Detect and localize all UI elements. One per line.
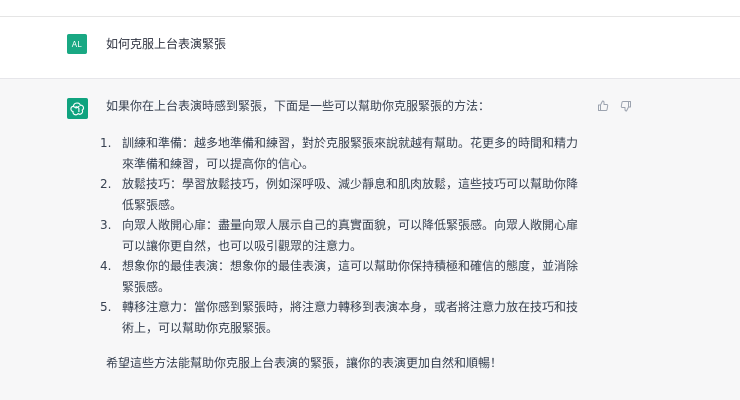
list-item-number: 4. bbox=[100, 259, 112, 273]
list-item-line: 術上，可以幫助你克服緊張。 bbox=[122, 320, 279, 335]
tips-list: 1. 訓練和準備：越多地準備和練習，對於克服緊張來說就越有幫助。花更多的時間和精… bbox=[100, 133, 596, 338]
list-item-line: 來準備和練習，可以提高你的信心。 bbox=[122, 156, 315, 171]
user-message-row: AL 如何克服上台表演緊張 bbox=[0, 17, 740, 79]
thumbs-up-icon[interactable] bbox=[596, 99, 610, 113]
user-message-text: 如何克服上台表演緊張 bbox=[106, 37, 227, 51]
list-item: 5. 轉移注意力：當你感到緊張時，將注意力轉移到表演本身，或者將注意力放在技巧和… bbox=[100, 297, 596, 338]
top-header-strip bbox=[0, 0, 740, 17]
list-item-line: 向眾人敞開心扉：盡量向眾人展示自己的真實面貌，可以降低緊張感。向眾人敞開心扉 bbox=[122, 218, 579, 232]
assistant-conclusion-text: 希望這些方法能幫助你克服上台表演的緊張，讓你的表演更加自然和順暢！ bbox=[106, 356, 503, 370]
user-avatar: AL bbox=[67, 34, 87, 54]
list-item: 3. 向眾人敞開心扉：盡量向眾人展示自己的真實面貌，可以降低緊張感。向眾人敞開心… bbox=[100, 215, 596, 256]
list-item-number: 2. bbox=[100, 177, 112, 191]
chatgpt-logo-icon bbox=[67, 98, 88, 119]
thumbs-down-icon[interactable] bbox=[619, 99, 633, 113]
list-item-line: 可以讓你更自然，也可以吸引觀眾的注意力。 bbox=[122, 238, 363, 253]
list-item-line: 轉移注意力：當你感到緊張時，將注意力轉移到表演本身，或者將注意力放在技巧和技 bbox=[122, 300, 579, 314]
list-item-number: 1. bbox=[100, 136, 112, 150]
assistant-message-row: 如果你在上台表演時感到緊張，下面是一些可以幫助你克服緊張的方法： 1. 訓練和準… bbox=[0, 79, 740, 400]
list-item: 2. 放鬆技巧：學習放鬆技巧，例如深呼吸、減少靜息和肌肉放鬆，這些技巧可以幫助你… bbox=[100, 174, 596, 215]
list-item-line: 想象你的最佳表演：想象你的最佳表演，這可以幫助你保持積極和確信的態度，並消除 bbox=[122, 259, 579, 273]
list-item-line: 緊張感。 bbox=[122, 279, 171, 294]
list-item-number: 3. bbox=[100, 218, 112, 232]
list-item-line: 放鬆技巧：學習放鬆技巧，例如深呼吸、減少靜息和肌肉放鬆，這些技巧可以幫助你降 bbox=[122, 177, 579, 191]
list-item: 4. 想象你的最佳表演：想象你的最佳表演，這可以幫助你保持積極和確信的態度，並消… bbox=[100, 256, 596, 297]
assistant-intro-text: 如果你在上台表演時感到緊張，下面是一些可以幫助你克服緊張的方法： bbox=[106, 99, 491, 113]
list-item-number: 5. bbox=[100, 300, 112, 314]
scrollbar[interactable] bbox=[730, 79, 740, 400]
list-item: 1. 訓練和準備：越多地準備和練習，對於克服緊張來說就越有幫助。花更多的時間和精… bbox=[100, 133, 596, 174]
feedback-buttons bbox=[596, 99, 633, 113]
list-item-line: 低緊張感。 bbox=[122, 197, 183, 212]
list-item-line: 訓練和準備：越多地準備和練習，對於克服緊張來說就越有幫助。花更多的時間和精力 bbox=[122, 136, 579, 150]
